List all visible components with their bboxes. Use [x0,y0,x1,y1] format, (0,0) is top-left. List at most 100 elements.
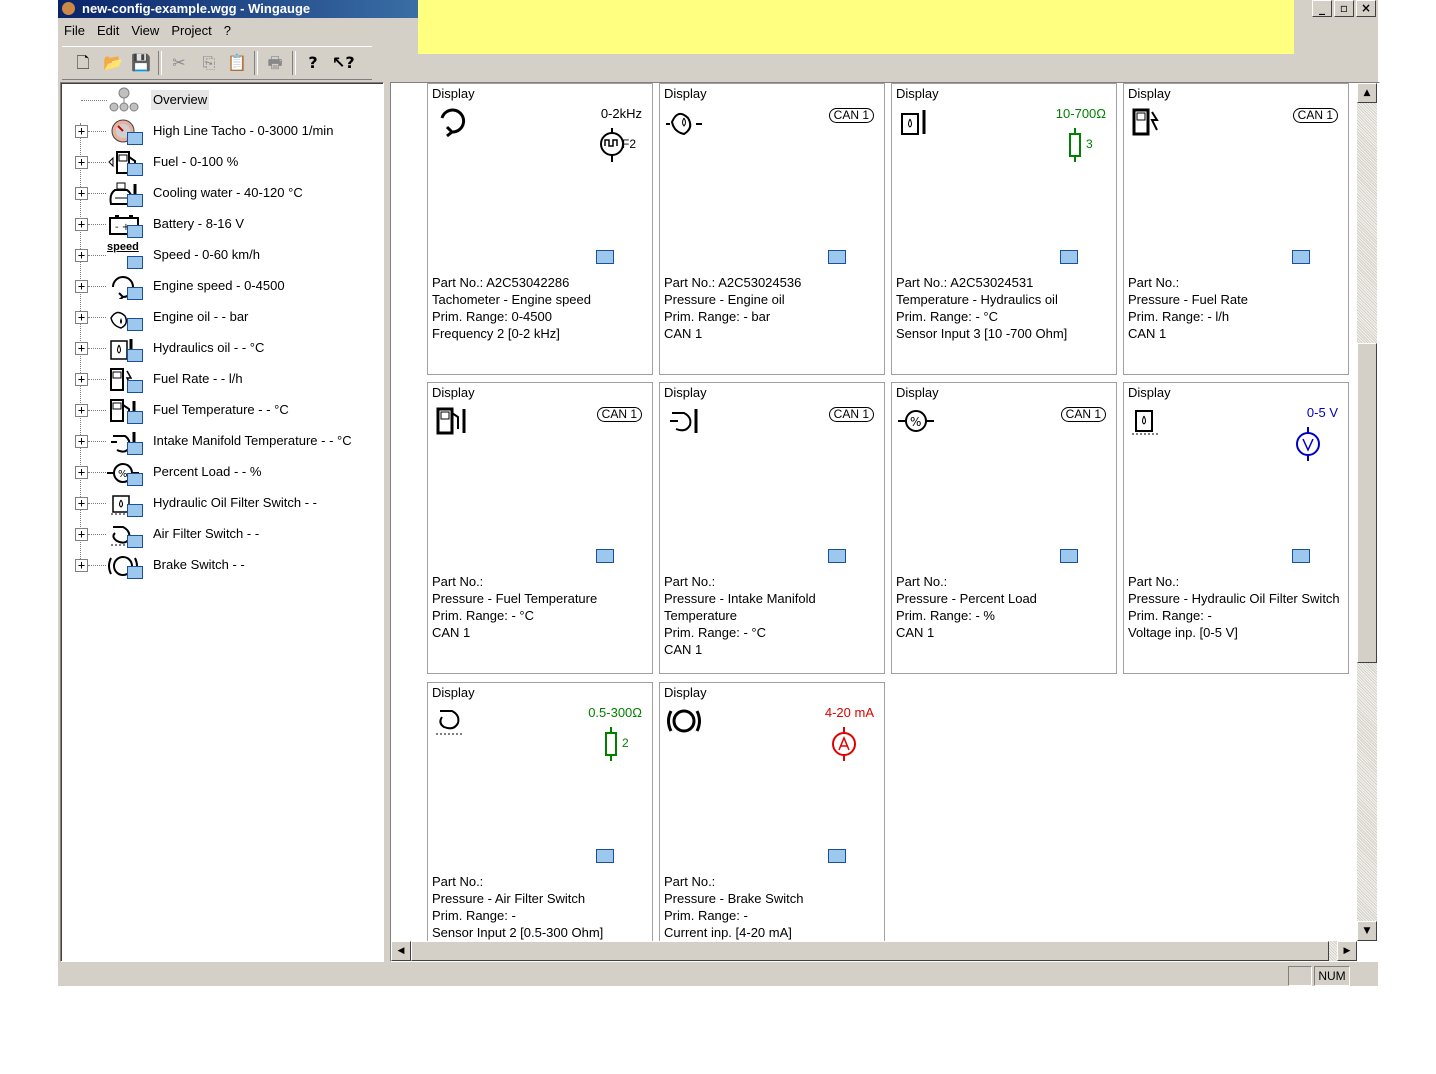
copy-icon[interactable]: ⎘ [198,52,220,74]
monitor-overlay-icon [127,132,143,145]
card-info-line: Pressure - Air Filter Switch [432,891,586,906]
horizontal-scrollbar[interactable]: ◀ ▶ [391,941,1357,961]
display-card[interactable]: Display 0-5 V Part No.: Pressure - Hydrauli… [1123,382,1349,674]
speed-icon-text: speed [107,241,139,253]
monitor-overlay-icon [127,473,143,486]
tree-item-engine-speed[interactable]: + Engine speed - 0-4500 [61,271,381,301]
expand-icon[interactable]: + [75,559,88,572]
display-card[interactable]: Display CAN 1 Part No.: Pressure - Fuel Tem… [427,382,653,674]
monitor-overlay-icon [127,163,143,176]
tree-item-fuel-rate[interactable]: + Fuel Rate - - l/h [61,364,381,394]
monitor-icon[interactable] [828,549,846,563]
tree-item-percent-load[interactable]: +% Percent Load - - % [61,457,381,487]
menu-project[interactable]: Project [165,20,217,42]
tree-item-fuel-temperature[interactable]: + Fuel Temperature - - °C [61,395,381,425]
monitor-icon[interactable] [1292,250,1310,264]
monitor-icon[interactable] [596,549,614,563]
scroll-left-button[interactable]: ◀ [391,941,411,961]
menu-edit[interactable]: Edit [91,20,125,42]
expand-icon[interactable]: + [75,125,88,138]
new-file-icon[interactable]: 🗋 [72,52,94,74]
restore-button[interactable]: ▫ [1334,0,1354,17]
card-info-line: Part No.: [896,574,948,589]
monitor-icon[interactable] [1060,250,1078,264]
tree-item-fuel-pump[interactable]: + Fuel - 0-100 % [61,147,381,177]
tree-item-overview[interactable]: Overview [61,85,381,115]
air-filter-symbol-icon [436,710,462,735]
display-card[interactable]: Display CAN 1 Part No.: Pressure - Fuel Rat… [1123,83,1349,375]
expand-icon[interactable]: + [75,311,88,324]
expand-icon[interactable]: + [75,156,88,169]
tree-item-hydraulic-filter[interactable]: + Hydraulic Oil Filter Switch - - [61,488,381,518]
card-info-line: CAN 1 [432,625,471,640]
display-card[interactable]: Display CAN 1 Part No.: Pressure - Intake M… [659,382,885,674]
vertical-scroll-thumb[interactable] [1357,343,1377,663]
display-card[interactable]: Display 4-20 mA Part No.: Pressure - Brake … [659,682,885,961]
frequency-sensor-icon: F2 [600,128,636,162]
display-card[interactable]: Display CAN 1 Part No.: A2C53024536 Pressur… [659,83,885,375]
monitor-overlay-icon [127,318,143,331]
card-info-line: CAN 1 [664,326,703,341]
tree-connector [88,348,106,349]
display-card[interactable]: Display 10-700Ω 3 Part No.: A2C53024531 Temp… [891,83,1117,375]
scroll-down-button[interactable]: ▼ [1357,921,1377,941]
tree-item-brake[interactable]: + Brake Switch - - [61,550,381,580]
menu-help[interactable]: ? [218,20,237,42]
scroll-right-button[interactable]: ▶ [1337,941,1357,961]
monitor-overlay-icon [127,442,143,455]
expand-icon[interactable]: + [75,466,88,479]
monitor-icon[interactable] [1292,549,1310,563]
display-card[interactable]: Display 0.5-300Ω 2 Part No.: Pressure - Air … [427,682,653,961]
minimize-button[interactable]: _ [1312,0,1332,17]
tree-item-intake-manifold[interactable]: + Intake Manifold Temperature - - °C [61,426,381,456]
tree-item-label: Engine oil - - bar [153,309,249,324]
tree-item-cooling-water[interactable]: + Cooling water - 40-120 °C [61,178,381,208]
card-info: Part No.: Pressure - Percent Load Prim. Ra… [896,573,1037,641]
display-card[interactable]: Display 0-2kHz F2 Part No.: A2C53042286 Tach… [427,83,653,375]
tree-item-label: Battery - 8-16 V [153,216,245,231]
card-info-line: Prim. Range: - bar [664,309,771,324]
scroll-up-button[interactable]: ▲ [1357,83,1377,103]
expand-icon[interactable]: + [75,497,88,510]
tree-item-tacho-gauge[interactable]: + High Line Tacho - 0-3000 1/min [61,116,381,146]
card-info-line: Part No.: [432,874,484,889]
card-info: Part No.: Pressure - Hydraulic Oil Filter… [1128,573,1340,641]
monitor-icon[interactable] [828,849,846,863]
expand-icon[interactable]: + [75,218,88,231]
monitor-icon[interactable] [1060,549,1078,563]
help-icon[interactable]: ? [302,52,324,74]
tree-item-speed[interactable]: + speed Speed - 0-60 km/h [61,240,381,270]
tree-connector [88,317,106,318]
monitor-icon[interactable] [596,250,614,264]
cut-icon[interactable]: ✂ [168,52,190,74]
expand-icon[interactable]: + [75,373,88,386]
display-card[interactable]: Display% CAN 1 Part No.: Pressure - Percent… [891,382,1117,674]
tree-item-hydraulics-oil[interactable]: + Hydraulics oil - - °C [61,333,381,363]
vertical-scrollbar[interactable]: ▲ ▼ [1357,83,1377,941]
expand-icon[interactable]: + [75,528,88,541]
expand-icon[interactable]: + [75,249,88,262]
status-bar: NUM [58,964,1378,986]
menu-file[interactable]: File [58,20,91,42]
tree-item-label: Hydraulic Oil Filter Switch - - [153,495,317,510]
monitor-icon[interactable] [828,250,846,264]
tree-item-engine-oil[interactable]: + Engine oil - - bar [61,302,381,332]
tree-item-battery[interactable]: + - + Battery - 8-16 V [61,209,381,239]
close-button[interactable]: × [1356,0,1376,17]
save-icon[interactable]: 💾 [130,52,152,74]
expand-icon[interactable]: + [75,404,88,417]
print-icon[interactable]: 🖶 [264,52,286,74]
expand-icon[interactable]: + [75,280,88,293]
paste-icon[interactable]: 📋 [226,52,248,74]
menu-view[interactable]: View [125,20,165,42]
context-help-icon[interactable]: ↖? [332,52,355,74]
horizontal-scroll-thumb[interactable] [411,941,1329,961]
expand-icon[interactable]: + [75,342,88,355]
expand-icon[interactable]: + [75,187,88,200]
sensor-tag: 2 [622,736,629,750]
tree-item-air-filter[interactable]: + Air Filter Switch - - [61,519,381,549]
expand-icon[interactable]: + [75,435,88,448]
card-info-line: Frequency 2 [0-2 kHz] [432,326,560,341]
monitor-icon[interactable] [596,849,614,863]
open-folder-icon[interactable]: 📂 [102,52,124,74]
